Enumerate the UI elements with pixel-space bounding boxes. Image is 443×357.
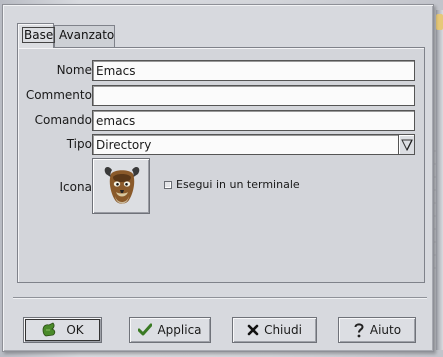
dialog-button-bar: OK Applica Chiudi Aiuto [23, 317, 423, 345]
help-icon [354, 323, 364, 338]
applica-label: Applica [157, 323, 202, 337]
button-separator [13, 297, 427, 299]
comando-field[interactable]: emacs [92, 110, 415, 131]
icon-picker-button[interactable] [92, 158, 150, 214]
gnu-head-icon [104, 167, 140, 204]
background-edge [436, 10, 443, 350]
tab-base-label: Base [22, 27, 56, 43]
tipo-row: Tipo: Directory [18, 134, 426, 156]
nome-label: Nome: [56, 63, 96, 77]
commento-label: Commento: [25, 88, 96, 102]
chevron-down-icon [401, 139, 413, 152]
chiudi-button[interactable]: Chiudi [232, 317, 317, 343]
tab-avanzato-label: Avanzato [59, 28, 115, 42]
terminal-checkbox[interactable] [164, 180, 172, 189]
tipo-select[interactable]: Directory [92, 134, 415, 155]
terminal-checkbox-label: Esegui in un terminale [176, 178, 300, 191]
commento-field[interactable] [92, 85, 415, 106]
tipo-dropdown-button[interactable] [398, 134, 415, 155]
close-icon [247, 324, 259, 336]
ok-icon [42, 322, 56, 337]
launcher-properties-dialog: Base Avanzato Nome: Emacs Commento: Coma… [2, 4, 434, 352]
checkmark-icon [138, 323, 153, 336]
tab-base[interactable]: Base [17, 23, 56, 48]
comando-row: Comando: emacs [18, 110, 426, 132]
tab-panel-base: Nome: Emacs Commento: Comando: emacs Tip… [17, 47, 425, 283]
commento-row: Commento: [18, 85, 426, 107]
chiudi-label: Chiudi [264, 323, 302, 337]
icona-row: Icona: Esegui in un terminale [18, 158, 426, 216]
ok-label: OK [66, 323, 84, 337]
comando-label: Comando: [34, 113, 96, 127]
icona-label: Icona: [59, 180, 96, 194]
background-edge-marker [436, 14, 443, 30]
tab-avanzato[interactable]: Avanzato [54, 25, 115, 47]
nome-field[interactable]: Emacs [92, 60, 415, 81]
aiuto-button[interactable]: Aiuto [338, 317, 416, 343]
ok-button[interactable]: OK [23, 317, 102, 343]
aiuto-label: Aiuto [369, 323, 402, 337]
terminal-checkbox-row[interactable]: Esegui in un terminale [164, 178, 300, 191]
nome-row: Nome: Emacs [18, 60, 426, 82]
applica-button[interactable]: Applica [129, 317, 211, 343]
